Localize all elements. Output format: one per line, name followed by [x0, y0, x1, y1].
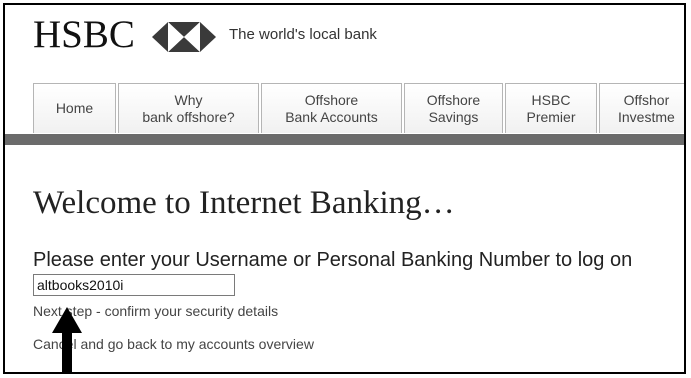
tab-label-line1: Offshore [304, 91, 359, 108]
username-input[interactable] [33, 274, 235, 296]
login-prompt: Please enter your Username or Personal B… [33, 249, 633, 271]
tab-label-line2: Premier [526, 108, 576, 125]
tab-label-line1: Offshor [623, 91, 670, 108]
tab-label-line1: Home [55, 100, 94, 116]
tab-offshore-investments[interactable]: Offshor Investme [599, 83, 684, 133]
tab-hsbc-premier[interactable]: HSBC Premier [505, 83, 597, 133]
tab-offshore-savings[interactable]: Offshore Savings [404, 83, 503, 133]
tab-label-line1: Offshore [426, 91, 481, 108]
nav-divider-bar [5, 134, 684, 145]
tab-home[interactable]: Home [33, 83, 116, 133]
tab-label-line1: Why [174, 91, 203, 108]
tab-label-line2: Savings [428, 108, 479, 125]
tab-offshore-bank-accounts[interactable]: Offshore Bank Accounts [261, 83, 402, 133]
tab-label-line1: HSBC [531, 91, 571, 108]
browser-frame: HSBC The world's local bank Home Why ban… [3, 3, 686, 374]
hsbc-hexagon-icon [152, 22, 216, 52]
site-header: HSBC The world's local bank [5, 5, 684, 67]
tab-label-line2: bank offshore? [142, 108, 235, 125]
main-nav: Home Why bank offshore? Offshore Bank Ac… [5, 83, 684, 134]
tagline: The world's local bank [229, 26, 377, 43]
tab-why-bank-offshore[interactable]: Why bank offshore? [118, 83, 259, 133]
tab-label-line2: Investme [618, 108, 675, 125]
page-title: Welcome to Internet Banking… [33, 185, 455, 221]
tab-label-line2: Bank Accounts [285, 108, 378, 125]
hsbc-logo[interactable]: HSBC [33, 13, 135, 57]
up-arrow-icon [52, 307, 82, 372]
